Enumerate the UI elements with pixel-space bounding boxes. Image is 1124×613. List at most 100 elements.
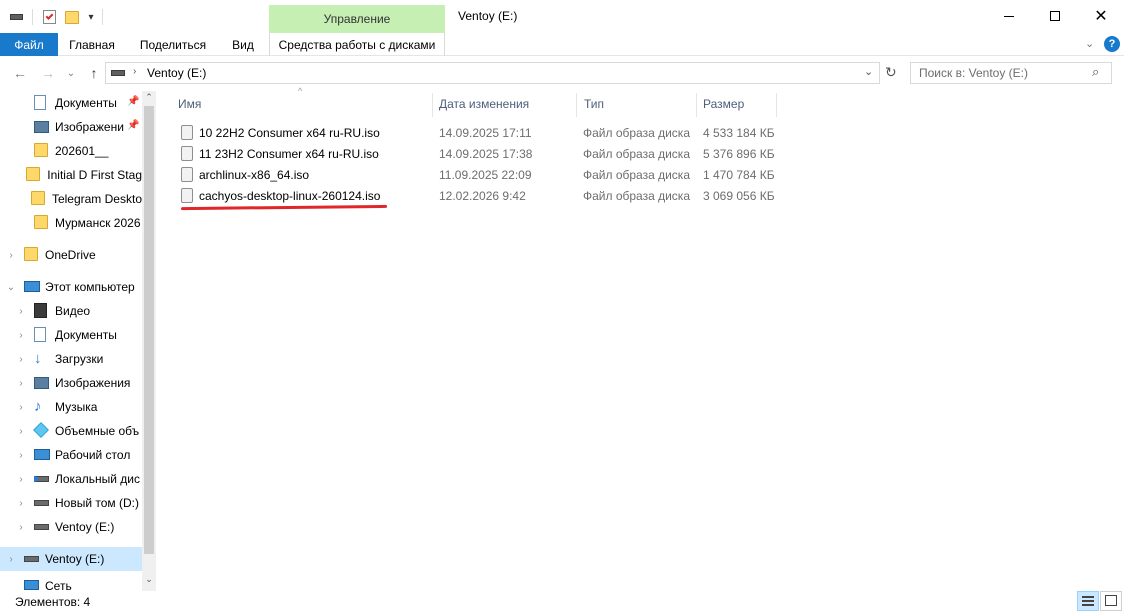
3d-objects-icon [33, 422, 50, 439]
tab-share[interactable]: Поделиться [132, 33, 214, 56]
network-icon [24, 578, 40, 590]
chevron-right-icon[interactable]: › [14, 450, 28, 461]
computer-icon [24, 279, 40, 295]
column-divider[interactable] [432, 93, 433, 117]
search-placeholder: Поиск в: Ventoy (E:) [919, 66, 1028, 80]
video-icon [34, 303, 50, 319]
document-icon [34, 327, 50, 343]
customize-qat-icon[interactable]: ▾ [85, 9, 97, 25]
sidebar-item-local-disk[interactable]: › Локальный дис [0, 467, 142, 491]
drive-icon [34, 471, 50, 487]
minimize-icon[interactable] [986, 0, 1032, 32]
sidebar-item-folder-202601[interactable]: 202601__ [0, 139, 142, 163]
chevron-right-icon[interactable]: › [14, 426, 28, 437]
chevron-right-icon[interactable]: › [14, 498, 28, 509]
column-header-type[interactable]: Тип [584, 93, 694, 115]
address-bar[interactable] [105, 62, 880, 84]
chevron-down-icon[interactable]: ⌄ [1085, 37, 1094, 50]
file-name: 11 23H2 Consumer x64 ru-RU.iso [199, 146, 379, 161]
up-arrow-icon[interactable]: ↑ [84, 62, 104, 84]
chevron-right-icon[interactable]: › [14, 378, 28, 389]
maximize-icon[interactable] [1032, 0, 1078, 32]
sidebar-item-video[interactable]: › Видео [0, 299, 142, 323]
folder-icon [30, 191, 47, 207]
drive-icon[interactable] [9, 9, 23, 25]
sidebar-item-pictures-pinned[interactable]: Изображени 📌 [0, 115, 142, 139]
chevron-right-icon[interactable]: › [4, 250, 18, 261]
sidebar-item-3d-objects[interactable]: › Объемные объ [0, 419, 142, 443]
chevron-down-icon[interactable]: ⌄ [4, 282, 18, 293]
forward-arrow-icon[interactable]: → [38, 62, 58, 84]
file-type: Файл образа диска [583, 146, 690, 161]
sidebar-item-folder-murmansk[interactable]: Мурманск 2026 [0, 211, 142, 235]
table-row[interactable]: archlinux-x86_64.iso 11.09.2025 22:09 Фа… [172, 164, 775, 185]
sidebar-scroll-thumb[interactable] [144, 106, 154, 554]
large-icons-view-icon[interactable] [1100, 591, 1122, 611]
sidebar-item-ventoy-root-selected[interactable]: › Ventoy (E:) [0, 547, 142, 571]
sidebar-item-downloads[interactable]: › ↓ Загрузки [0, 347, 142, 371]
folder-icon [34, 215, 50, 231]
details-view-icon[interactable] [1077, 591, 1099, 611]
sidebar-item-pictures[interactable]: › Изображения [0, 371, 142, 395]
desktop-icon [34, 447, 50, 463]
column-header-date[interactable]: Дата изменения [439, 93, 569, 115]
sidebar-item-desktop[interactable]: › Рабочий стол [0, 443, 142, 467]
scroll-up-icon[interactable]: ⌃ [144, 92, 154, 103]
table-row[interactable]: 10 22H2 Consumer x64 ru-RU.iso 14.09.202… [172, 122, 775, 143]
file-name: cachyos-desktop-linux-260124.iso [199, 188, 381, 203]
sidebar-item-this-pc[interactable]: ⌄ Этот компьютер [0, 275, 142, 299]
context-tab-group-label: Управление [269, 5, 445, 33]
tab-file[interactable]: Файл [0, 33, 58, 56]
table-row[interactable]: cachyos-desktop-linux-260124.iso 12.02.2… [172, 185, 775, 206]
sidebar-item-folder-telegram[interactable]: Telegram Deskto [0, 187, 142, 211]
sidebar-item-ventoy-e[interactable]: › Ventoy (E:) [0, 515, 142, 539]
search-icon[interactable]: ⌕ [1092, 64, 1099, 80]
table-row[interactable]: 11 23H2 Consumer x64 ru-RU.iso 14.09.202… [172, 143, 775, 164]
address-dropdown-icon[interactable]: ⌄ [864, 65, 873, 78]
download-icon: ↓ [34, 350, 42, 367]
sidebar-item-documents[interactable]: › Документы [0, 323, 142, 347]
file-size: 4 533 184 КБ [703, 125, 775, 140]
column-header-size[interactable]: Размер [703, 93, 773, 115]
breadcrumb-current[interactable]: Ventoy (E:) [147, 66, 206, 80]
sidebar-item-folder-initial-d[interactable]: Initial D First Stag [0, 163, 142, 187]
chevron-right-icon[interactable]: › [14, 354, 28, 365]
chevron-right-icon[interactable]: › [4, 554, 18, 565]
breadcrumb-chevron-icon[interactable]: › [133, 66, 136, 77]
sidebar-item-documents-pinned[interactable]: Документы 📌 [0, 91, 142, 115]
chevron-right-icon[interactable]: › [14, 522, 28, 533]
sidebar-item-network[interactable]: Сеть [0, 578, 142, 590]
file-type: Файл образа диска [583, 167, 690, 182]
drive-icon [111, 70, 125, 76]
properties-icon[interactable] [41, 9, 57, 25]
tab-home[interactable]: Главная [62, 33, 122, 56]
tab-drive-tools[interactable]: Средства работы с дисками [269, 33, 445, 56]
sidebar-item-new-volume-d[interactable]: › Новый том (D:) [0, 491, 142, 515]
chevron-right-icon[interactable]: › [14, 306, 28, 317]
folder-icon [26, 167, 42, 183]
column-divider[interactable] [776, 93, 777, 117]
column-header-name[interactable]: Имя [178, 93, 428, 115]
drive-icon [24, 551, 40, 567]
chevron-right-icon[interactable]: › [14, 330, 28, 341]
back-arrow-icon[interactable]: ← [10, 62, 30, 84]
refresh-icon[interactable]: ↻ [885, 64, 897, 81]
sidebar-item-music[interactable]: › ♪ Музыка [0, 395, 142, 419]
chevron-right-icon[interactable]: › [14, 474, 28, 485]
new-folder-icon[interactable] [64, 9, 80, 25]
sidebar-item-onedrive[interactable]: › OneDrive [0, 243, 142, 267]
pictures-icon [34, 375, 50, 391]
folder-icon [34, 143, 50, 159]
drive-icon [34, 519, 50, 535]
column-divider[interactable] [576, 93, 577, 117]
chevron-right-icon[interactable]: › [14, 402, 28, 413]
help-icon[interactable]: ? [1104, 36, 1120, 52]
scroll-down-icon[interactable]: ⌄ [144, 574, 154, 585]
file-date: 11.09.2025 22:09 [439, 167, 532, 182]
column-divider[interactable] [696, 93, 697, 117]
tab-view[interactable]: Вид [224, 33, 262, 56]
close-icon[interactable]: ✕ [1078, 0, 1124, 32]
file-type: Файл образа диска [583, 125, 690, 140]
file-date: 12.02.2026 9:42 [439, 188, 526, 203]
recent-locations-icon[interactable]: ⌄ [64, 62, 78, 84]
